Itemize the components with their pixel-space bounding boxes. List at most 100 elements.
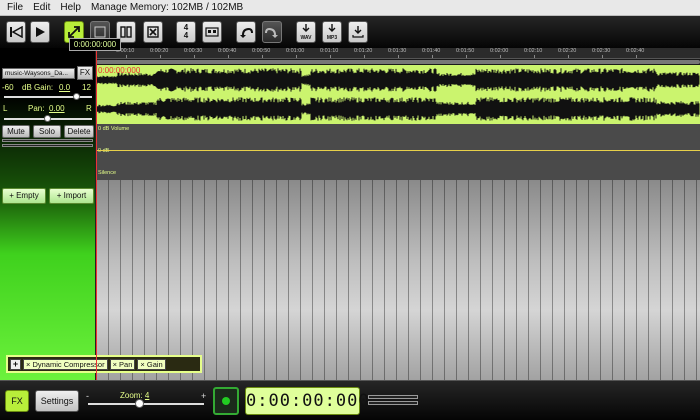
track-fx-button[interactable]: FX [77,66,93,80]
import-track-button[interactable]: + Import [49,188,94,204]
time-sig-bottom: 4 [183,31,189,40]
menu-file[interactable]: File [7,2,23,13]
delete-track-button[interactable]: Delete [64,125,94,138]
master-fx-button[interactable]: FX [5,390,29,412]
ruler-tick-label: 0:02:00 [490,48,509,54]
waveform-channel [96,97,700,121]
ruler-tick-label: 0:01:20 [354,48,373,54]
mute-button[interactable]: Mute [2,125,30,138]
zoom-out-button[interactable]: - [86,391,89,401]
ruler-tick-mark [160,55,161,58]
delete-selection-button[interactable] [143,21,163,43]
export-mp3-button[interactable]: MP3 [322,21,342,43]
ruler-tick-mark [126,55,127,58]
zoom-value: 4 [144,391,150,400]
empty-track-area[interactable] [96,180,700,380]
ruler-tick-label: 0:00:50 [252,48,271,54]
redo-icon [265,27,278,38]
timeline-ruler[interactable]: 0:00:10 0:00:20 0:00:30 0:00:40 0:00:50 0:01:… [96,48,700,59]
master-meter-right [368,401,418,405]
menu-help[interactable]: Help [60,2,81,13]
skip-to-start-button[interactable] [6,21,26,43]
add-empty-track-button[interactable]: + Empty [2,188,46,204]
pan-right-label: R [86,104,92,113]
zoom-label: Zoom: 4 [120,391,149,400]
ruler-tick-mark [636,55,637,58]
solo-button[interactable]: Solo [33,125,61,138]
record-button[interactable] [213,387,239,415]
skip-back-icon [10,26,23,38]
play-button[interactable] [30,21,50,43]
waveform [96,68,700,121]
fx-chain-item[interactable]: × Pan [109,358,136,370]
settings-button[interactable]: Settings [35,390,79,412]
zoom-in-button[interactable]: + [201,391,206,401]
ruler-tick-mark [262,55,263,58]
ruler-tick-label: 0:01:00 [286,48,305,54]
grid-icon [94,26,106,38]
menu-edit[interactable]: Edit [33,2,50,13]
add-fx-button[interactable]: + [10,358,21,370]
ruler-tick-mark [602,55,603,58]
track-level-meters [2,139,93,149]
clip-time-label: 0:00:00:000 [98,66,141,75]
ruler-tick-label: 0:01:30 [388,48,407,54]
ruler-tick-mark [296,55,297,58]
current-time-tooltip: 0:00:00:000 [69,38,121,51]
menu-bar: File Edit Help Manage Memory: 102MB / 10… [0,0,700,16]
master-meter-left [368,395,418,399]
timeline-scroll-thumb[interactable] [96,60,700,64]
pan-left-label: L [3,104,8,113]
download-tray-icon [352,26,364,38]
ruler-tick-label: 0:01:40 [422,48,441,54]
track-name[interactable]: music-Waysons_Da... [2,68,75,79]
ruler-tick-mark [364,55,365,58]
ruler-tick-mark [398,55,399,58]
ruler-tick-mark [432,55,433,58]
gain-slider-handle[interactable] [73,93,81,100]
download-icon [328,24,336,32]
playhead[interactable] [96,48,97,380]
metronome-icon [205,27,219,37]
pan-slider-handle[interactable] [44,115,51,122]
ruler-tick-label: 0:00:20 [150,48,169,54]
time-display: 0:00:00:000 [245,387,369,415]
menu-manage-memory[interactable]: Manage Memory: 102MB / 102MB [91,2,243,13]
download-icon [302,24,310,32]
ruler-tick-mark [194,55,195,58]
volume-envelope-label: 0 dB Volume [98,126,130,132]
play-icon [36,27,45,37]
time-signature-button[interactable]: 44 [176,21,196,43]
zoom-slider[interactable] [88,403,204,405]
ruler-tick-label: 0:02:10 [524,48,543,54]
track-panel: music-Waysons_Da... FX -60 dB Gain: 0.0 … [0,48,96,380]
fx-chain: + × Dynamic Compressor × Pan × Gain [6,355,202,373]
fx-chain-item[interactable]: × Gain [137,358,166,370]
record-icon [222,397,230,405]
pan-value: 0.00 [49,104,65,113]
ruler-tick-label: 0:00:40 [218,48,237,54]
ruler-tick-label: 0:00:30 [184,48,203,54]
fx-chain-item[interactable]: × Dynamic Compressor [23,358,108,370]
ruler-tick-label: 0:02:20 [558,48,577,54]
audio-clip[interactable]: 0:00:00:000 [96,65,700,124]
mp3-label: MP3 [326,35,338,41]
export-stems-button[interactable] [348,21,368,43]
waveform-channel [96,68,700,92]
ruler-tick-mark [500,55,501,58]
ruler-tick-mark [568,55,569,58]
volume-envelope-line[interactable] [96,150,700,151]
zoom-slider-handle[interactable] [135,399,144,408]
pan-label: Pan: [28,104,45,113]
export-wav-button[interactable]: WAV [296,21,316,43]
ruler-tick-mark [466,55,467,58]
ruler-tick-label: 0:02:40 [626,48,645,54]
automation-lanes[interactable]: 0 dB Volume 0 dB Silence [96,124,700,180]
split-icon [120,26,132,38]
redo-button[interactable] [262,21,282,43]
metronome-button[interactable] [202,21,222,43]
gain-value: 0.0 [59,83,71,92]
gain-max-label: 12 [82,83,91,92]
undo-button[interactable] [236,21,256,43]
expand-arrow-icon [68,26,80,38]
